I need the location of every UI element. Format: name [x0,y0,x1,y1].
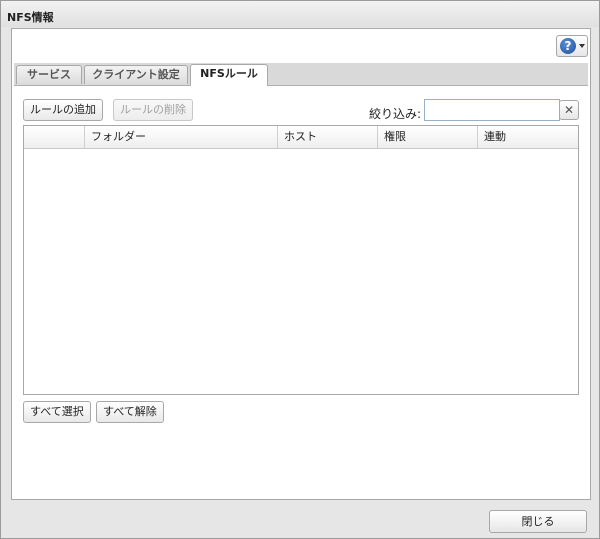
tab-client-settings[interactable]: クライアント設定 [84,65,188,84]
help-icon: ? [560,38,576,54]
tab-nfs-rules[interactable]: NFSルール [190,64,268,86]
table-header: フォルダー ホスト 権限 連動 [24,126,578,149]
table-body [24,149,578,394]
delete-rule-button[interactable]: ルールの削除 [113,99,193,121]
title-bar: NFS情報 [1,1,599,27]
add-rule-button[interactable]: ルールの追加 [23,99,103,121]
column-header-select[interactable] [24,126,85,148]
deselect-all-button[interactable]: すべて解除 [96,401,164,423]
column-header-host[interactable]: ホスト [278,126,378,148]
content-panel: ? サービス クライアント設定 NFSルール ルールの追加 ルールの削除 絞り込… [11,28,591,500]
column-header-permission[interactable]: 権限 [378,126,478,148]
clear-filter-button[interactable]: ✕ [559,100,579,120]
close-button[interactable]: 閉じる [489,510,587,533]
filter-label: 絞り込み: [369,107,422,121]
tab-service[interactable]: サービス [16,65,82,84]
chevron-down-icon [579,44,585,48]
nfs-info-dialog: NFS情報 ? サービス クライアント設定 NFSルール ルールの追加 ルールの… [0,0,600,539]
column-header-sync[interactable]: 連動 [478,126,578,148]
nfs-rules-table: フォルダー ホスト 権限 連動 [23,125,579,395]
select-all-button[interactable]: すべて選択 [23,401,91,423]
filter-input[interactable] [424,99,560,121]
help-button[interactable]: ? [556,35,588,57]
close-icon: ✕ [563,103,575,117]
column-header-folder[interactable]: フォルダー [85,126,278,148]
tab-strip: サービス クライアント設定 NFSルール [14,63,588,86]
dialog-title: NFS情報 [7,11,54,24]
